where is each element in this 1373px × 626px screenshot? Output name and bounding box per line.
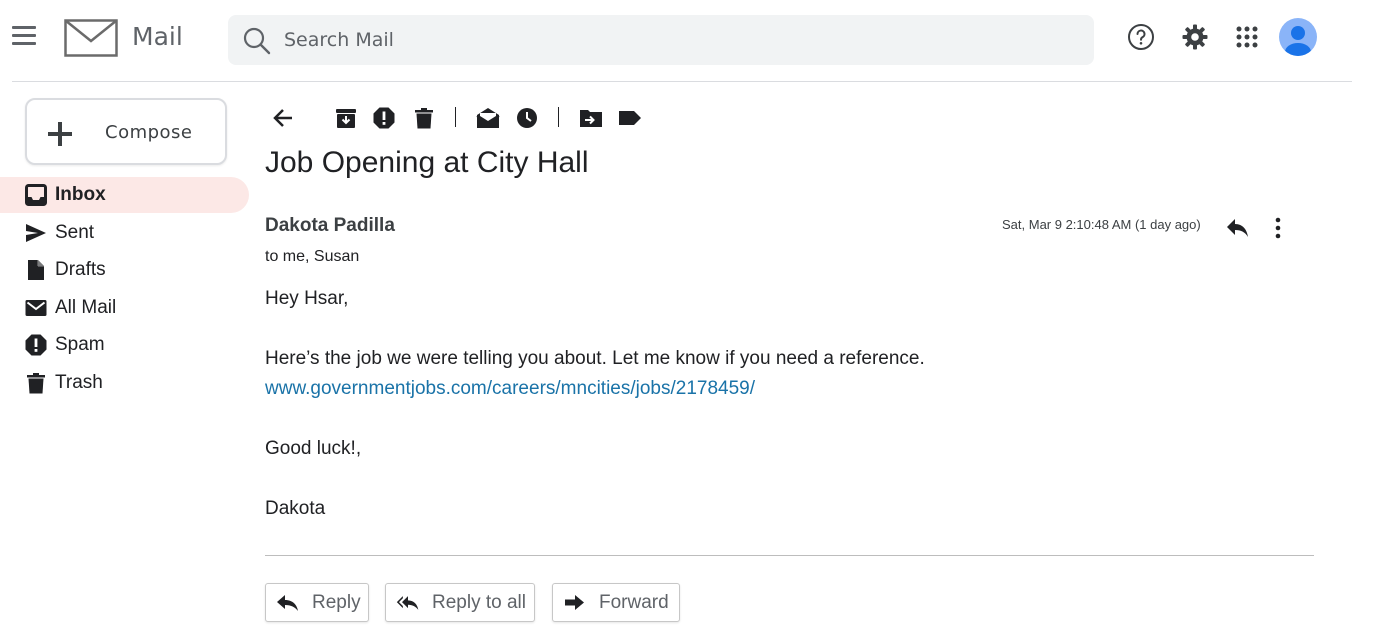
draft-icon	[25, 259, 47, 281]
sender-name: Dakota Padilla	[265, 215, 395, 236]
main-menu-icon[interactable]	[12, 26, 36, 46]
recipients: to me, Susan	[265, 248, 360, 265]
snooze-icon[interactable]	[515, 106, 539, 130]
sidebar-item-label: Drafts	[55, 259, 106, 280]
delete-icon[interactable]	[412, 106, 436, 130]
forward-label: Forward	[599, 591, 669, 613]
apps-grid-icon[interactable]	[1230, 20, 1264, 54]
sidebar-item-all-mail[interactable]: All Mail	[0, 290, 249, 326]
app-name: Mail	[132, 22, 183, 51]
settings-gear-icon[interactable]	[1178, 20, 1212, 54]
reply-button[interactable]: Reply	[265, 583, 369, 622]
toolbar-separator	[455, 107, 456, 127]
sidebar-item-label: Sent	[55, 222, 95, 243]
compose-button[interactable]: Compose	[25, 98, 227, 165]
sidebar-item-label: Trash	[55, 372, 103, 393]
sidebar-item-drafts[interactable]: Drafts	[0, 252, 249, 288]
archive-icon[interactable]	[334, 106, 358, 130]
reply-all-button[interactable]: Reply to all	[385, 583, 535, 622]
mail-icon	[25, 297, 47, 319]
sidebar-item-spam[interactable]: Spam	[0, 327, 249, 363]
reply-icon	[276, 593, 300, 613]
inbox-icon	[25, 184, 47, 206]
sidebar: Compose Inbox Sent Drafts All Mail Spam …	[0, 82, 250, 626]
help-icon[interactable]	[1124, 20, 1158, 54]
sidebar-item-trash[interactable]: Trash	[0, 365, 249, 401]
trash-icon	[25, 372, 47, 394]
plus-icon	[47, 121, 73, 152]
move-to-icon[interactable]	[579, 106, 603, 130]
mark-read-icon[interactable]	[476, 106, 500, 130]
email-paragraph: Here’s the job we were telling you about…	[265, 348, 925, 369]
email-link-line: www.governmentjobs.com/careers/mncities/…	[265, 378, 755, 400]
email-greeting: Hey Hsar,	[265, 288, 349, 309]
mail-logo-icon	[64, 19, 118, 62]
search-input[interactable]	[284, 15, 1064, 65]
email-date: Sat, Mar 9 2:10:48 AM (1 day ago)	[1002, 217, 1201, 232]
email-view: Job Opening at City Hall Dakota Padilla …	[250, 82, 1373, 626]
report-spam-icon[interactable]	[372, 106, 396, 130]
back-arrow-icon[interactable]	[271, 106, 295, 130]
label-icon[interactable]	[618, 106, 642, 130]
sidebar-item-label: Spam	[55, 334, 105, 355]
reply-all-label: Reply to all	[432, 591, 526, 613]
reply-label: Reply	[312, 591, 361, 613]
toolbar-separator	[558, 107, 559, 127]
search-icon[interactable]	[242, 26, 272, 61]
forward-button[interactable]: Forward	[552, 583, 680, 622]
reply-icon[interactable]	[1225, 216, 1251, 240]
sidebar-item-label: Inbox	[55, 184, 106, 205]
compose-label: Compose	[105, 122, 193, 143]
reply-all-icon	[396, 593, 420, 613]
account-avatar[interactable]	[1279, 18, 1317, 56]
email-subject: Job Opening at City Hall	[265, 146, 589, 179]
email-closing: Good luck!,	[265, 438, 362, 459]
send-icon	[25, 222, 47, 244]
more-options-icon[interactable]	[1268, 215, 1288, 241]
sidebar-item-label: All Mail	[55, 297, 117, 318]
top-bar: Mail	[0, 0, 1373, 82]
sidebar-item-sent[interactable]: Sent	[0, 215, 249, 251]
job-link[interactable]: www.governmentjobs.com/careers/mncities/…	[265, 378, 755, 399]
email-signature: Dakota	[265, 498, 326, 519]
message-divider	[265, 555, 1314, 556]
spam-icon	[25, 334, 47, 356]
sidebar-item-inbox[interactable]: Inbox	[0, 177, 249, 213]
forward-icon	[563, 593, 587, 613]
search-bar[interactable]	[228, 15, 1094, 65]
